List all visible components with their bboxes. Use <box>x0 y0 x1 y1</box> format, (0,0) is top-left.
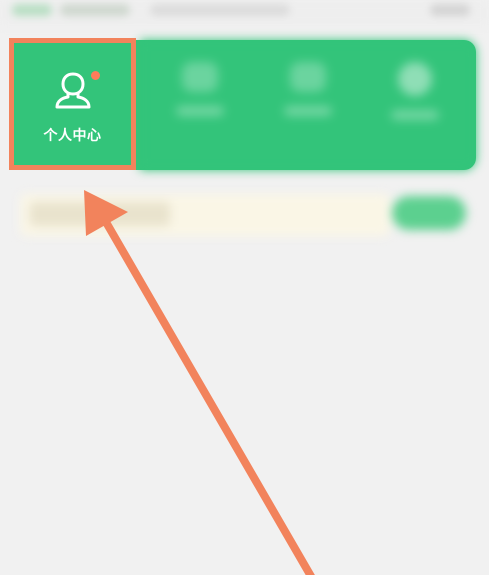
annotation-arrow <box>84 190 315 575</box>
arrow-shaft <box>95 206 315 575</box>
